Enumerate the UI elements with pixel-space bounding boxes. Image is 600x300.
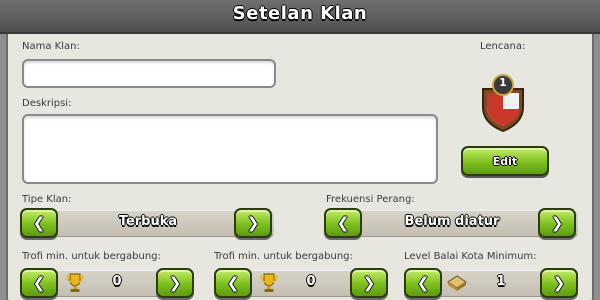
min-trophies-2-prev-button[interactable]: ❮ <box>214 268 252 298</box>
war-frequency-label: Frekuensi Perang: <box>326 194 415 205</box>
war-frequency-next-button[interactable]: ❯ <box>538 208 576 238</box>
edit-badge-button[interactable]: Edit <box>461 146 549 176</box>
min-town-hall-label: Level Balai Kota Minimum: <box>404 251 537 262</box>
clan-type-next-button[interactable]: ❯ <box>234 208 272 238</box>
min-town-hall-value: 1 <box>496 274 506 289</box>
trophy-icon <box>260 273 278 292</box>
title-bar: Setelan Klan <box>0 0 600 34</box>
min-town-hall-selector: ❮ 1 ❯ <box>404 268 578 298</box>
clan-name-input[interactable] <box>22 59 276 88</box>
min-town-hall-next-button[interactable]: ❯ <box>540 268 578 298</box>
min-trophies-2-value: 0 <box>306 274 316 289</box>
page-title: Setelan Klan <box>232 3 368 24</box>
min-trophies-2-selector: ❮ 0 ❯ <box>214 268 388 298</box>
town-hall-icon <box>447 275 467 291</box>
clan-name-label: Nama Klan: <box>22 41 80 52</box>
war-frequency-value: Belum diatur <box>404 214 500 229</box>
min-town-hall-prev-button[interactable]: ❮ <box>404 268 442 298</box>
badge-level: 1 <box>499 76 507 89</box>
description-label: Deskripsi: <box>22 98 72 109</box>
clan-type-prev-button[interactable]: ❮ <box>20 208 58 238</box>
min-trophies-prev-button[interactable]: ❮ <box>20 268 58 298</box>
min-trophies-2-label: Trofi min. untuk bergabung: <box>214 251 353 262</box>
min-trophies-next-button[interactable]: ❯ <box>156 268 194 298</box>
clan-type-selector: ❮ Terbuka ❯ <box>20 208 274 238</box>
war-frequency-selector: ❮ Belum diatur ❯ <box>324 208 578 238</box>
min-trophies-label: Trofi min. untuk bergabung: <box>22 251 161 262</box>
trophy-icon <box>66 273 84 292</box>
clan-type-value: Terbuka <box>118 214 178 229</box>
min-trophies-2-next-button[interactable]: ❯ <box>350 268 388 298</box>
description-textarea[interactable] <box>22 114 438 184</box>
clan-type-label: Tipe Klan: <box>22 194 72 205</box>
war-frequency-prev-button[interactable]: ❮ <box>324 208 362 238</box>
badge-label: Lencana: <box>480 41 526 52</box>
min-trophies-value: 0 <box>112 274 122 289</box>
clan-badge[interactable]: 1 <box>478 73 528 133</box>
min-trophies-selector: ❮ 0 ❯ <box>20 268 194 298</box>
